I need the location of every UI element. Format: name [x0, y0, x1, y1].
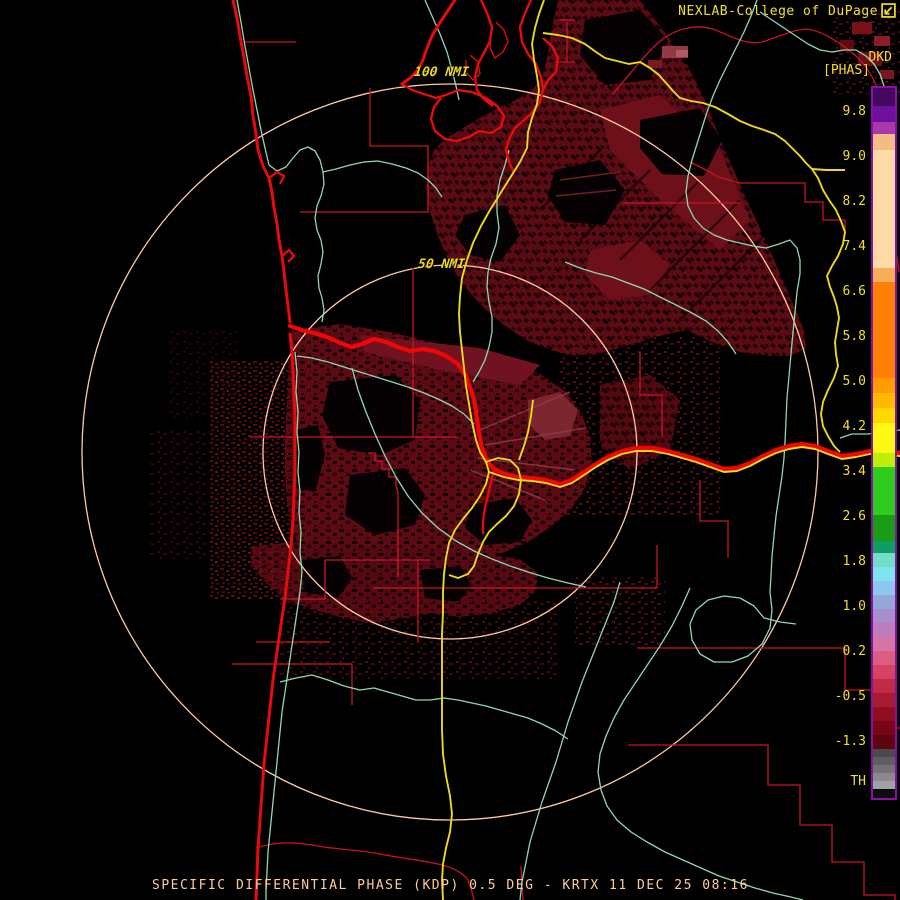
- external-link-icon[interactable]: [881, 3, 896, 18]
- colorbar-segment: [873, 679, 895, 693]
- colorbar-segment: [873, 515, 895, 541]
- colorbar-segment: [873, 595, 895, 609]
- colorbar-segment: [873, 393, 895, 408]
- colorbar-tick-label: 1.8: [842, 554, 866, 569]
- colorbar-tick-label: -0.5: [834, 689, 866, 704]
- range-ring-label-50nmi: 50 NMI: [417, 257, 466, 272]
- colorbar-segment: [873, 735, 895, 749]
- colorbar-segment: [873, 789, 895, 798]
- colorbar-segment: [873, 609, 895, 623]
- colorbar-segment: [873, 693, 895, 707]
- colorbar-segment: [873, 581, 895, 595]
- colorbar-tick-label: 5.0: [842, 374, 866, 389]
- colorbar-segment: [873, 721, 895, 735]
- colorbar-tick-label: 7.4: [842, 239, 866, 254]
- colorbar-tick-label: 9.8: [842, 104, 866, 119]
- product-caption: SPECIFIC DIFFERENTIAL PHASE (KDP) 0.5 DE…: [152, 878, 749, 893]
- colorbar-segment: [873, 541, 895, 553]
- product-units-label: [PHAS]: [823, 63, 870, 78]
- colorbar-segment: [873, 623, 895, 637]
- colorbar-segment: [873, 765, 895, 773]
- colorbar-segment: [873, 665, 895, 679]
- colorbar-segment: [873, 567, 895, 581]
- colorbar-segment: [873, 134, 895, 150]
- colorbar-segment: [873, 423, 895, 453]
- colorbar-segment: [873, 408, 895, 423]
- brand-title[interactable]: NEXLAB-College of DuPage: [678, 4, 878, 19]
- colorbar-segment: [873, 282, 895, 378]
- colorbar-segment: [873, 453, 895, 467]
- range-ring-label-100nmi: 100 NMI: [413, 65, 470, 80]
- colorbar-segment: [873, 781, 895, 789]
- willapa-bay-shoreline: [401, 82, 506, 143]
- colorbar-segment: [873, 773, 895, 781]
- colorbar: [871, 86, 897, 800]
- colorbar-tick-label: -1.3: [834, 734, 866, 749]
- colorbar-tick-label: 5.8: [842, 329, 866, 344]
- radar-map-image: [81, 0, 900, 900]
- colorbar-tick-label: 0.2: [842, 644, 866, 659]
- colorbar-segment: [873, 749, 895, 757]
- colorbar-tick-label: 9.0: [842, 149, 866, 164]
- colorbar-segment: [873, 651, 895, 665]
- colorbar-tick-label: 1.0: [842, 599, 866, 614]
- colorbar-tick-label: 4.2: [842, 419, 866, 434]
- radar-display: NEXLAB-College of DuPage DKD [PHAS] 100 …: [0, 0, 900, 900]
- colorbar-threshold-label: TH: [850, 774, 866, 789]
- radar-echo-layer: [150, 0, 900, 680]
- colorbar-segment: [873, 106, 895, 122]
- colorbar-segment: [873, 553, 895, 567]
- colorbar-tick-label: 3.4: [842, 464, 866, 479]
- colorbar-segment: [873, 268, 895, 282]
- colorbar-segment: [873, 150, 895, 268]
- colorbar-segment: [873, 637, 895, 651]
- colorbar-tick-label: 2.6: [842, 509, 866, 524]
- colorbar-tick-label: 8.2: [842, 194, 866, 209]
- colorbar-segment: [873, 467, 895, 515]
- colorbar-segment: [873, 122, 895, 134]
- colorbar-segment: [873, 757, 895, 765]
- colorbar-segment: [873, 378, 895, 393]
- colorbar-segment: [873, 707, 895, 721]
- colorbar-tick-label: 6.6: [842, 284, 866, 299]
- colorbar-segment: [873, 88, 895, 106]
